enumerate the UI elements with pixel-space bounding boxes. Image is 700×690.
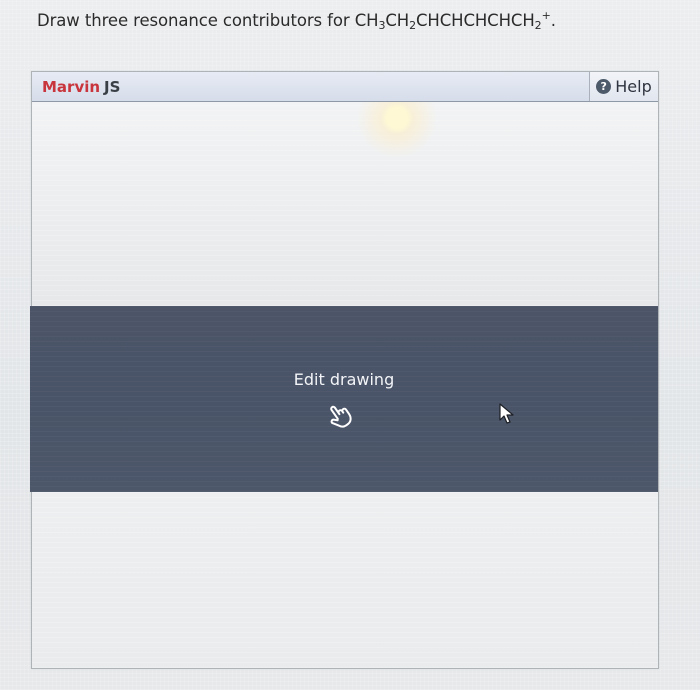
formula-subscript: 2 (409, 19, 416, 32)
formula-subscript: 2 (534, 19, 542, 32)
hand-pointer-icon (330, 405, 352, 428)
drawing-canvas[interactable] (32, 102, 658, 306)
formula-part: CH (385, 11, 410, 30)
editor-brand: Marvin JS (42, 78, 120, 96)
edit-drawing-label: Edit drawing (293, 370, 395, 389)
question-text: Draw three resonance contributors for CH… (37, 9, 556, 32)
brand-name: Marvin (42, 78, 101, 96)
help-label: Help (615, 77, 652, 96)
formula-superscript: + (541, 9, 551, 22)
help-button[interactable]: ? Help (589, 72, 658, 101)
formula-part: . (550, 11, 556, 30)
formula-part: CH (354, 11, 379, 30)
edit-drawing-overlay[interactable]: Edit drawing (30, 306, 658, 492)
formula-part: CHCHCHCHCH (416, 11, 535, 30)
marvin-editor-panel: Marvin JS ? Help Edit drawing (30, 71, 659, 669)
editor-lower-area (32, 492, 658, 668)
question-prefix: Draw three resonance contributors for (37, 11, 355, 30)
chemical-formula: CH3CH2CHCHCHCHCH2+. (354, 9, 556, 32)
editor-header: Marvin JS ? Help (32, 72, 658, 102)
brand-suffix: JS (104, 78, 121, 96)
mouse-cursor-icon (499, 403, 514, 424)
help-icon: ? (596, 79, 612, 94)
